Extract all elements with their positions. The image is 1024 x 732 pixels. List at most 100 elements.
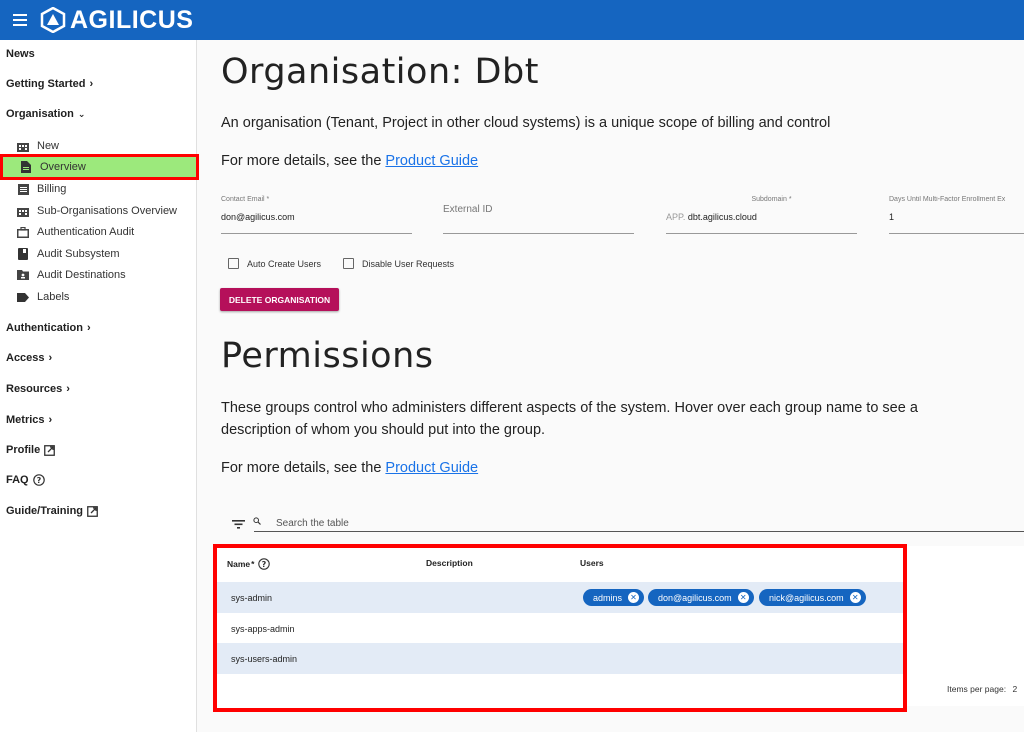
group-name: sys-users-admin xyxy=(231,654,298,664)
page-title: Organisation: Dbt xyxy=(221,52,539,92)
disable-user-requests-checkbox[interactable]: Disable User Requests xyxy=(343,258,454,269)
svg-text:?: ? xyxy=(262,560,267,569)
svg-text:?: ? xyxy=(36,476,41,485)
product-guide-link[interactable]: Product Guide xyxy=(385,153,478,169)
chevron-right-icon: › xyxy=(87,322,91,334)
nav-authentication[interactable]: Authentication › xyxy=(6,322,91,334)
header-description[interactable]: Description xyxy=(426,558,473,568)
external-link-icon xyxy=(87,505,98,517)
building-icon xyxy=(17,205,29,217)
sidebar-item-sub-organisations[interactable]: Sub-Organisations Overview xyxy=(17,201,197,221)
external-link-icon xyxy=(44,444,56,456)
chevron-right-icon: › xyxy=(48,352,53,364)
nav-organisation[interactable]: Organisation ⌄ xyxy=(6,108,85,120)
sidebar-item-billing[interactable]: Billing xyxy=(17,179,197,199)
auto-create-users-label: Auto Create Users xyxy=(247,258,322,269)
sidebar-item-label: Overview xyxy=(40,161,86,173)
permissions-title: Permissions xyxy=(221,336,434,376)
remove-chip-icon[interactable]: ✕ xyxy=(849,592,861,603)
nav-authentication-label: Authentication xyxy=(6,322,83,334)
table-row[interactable]: sys-apps-admin xyxy=(217,613,903,644)
search-input[interactable]: Search the table xyxy=(276,518,349,529)
subdomain-label: Subdomain * xyxy=(751,196,792,203)
header-users[interactable]: Users xyxy=(580,558,604,568)
search-icon xyxy=(253,517,261,525)
chip-label: don@agilicus.com xyxy=(658,592,732,603)
nav-getting-started[interactable]: Getting Started › xyxy=(6,78,93,90)
nav-faq-label: FAQ xyxy=(6,474,29,486)
sidebar-item-audit-subsystem[interactable]: Audit Subsystem xyxy=(17,244,197,264)
subdomain-field[interactable]: Subdomain * APP. dbt.agilicus.cloud xyxy=(666,196,857,234)
nav-profile-label: Profile xyxy=(6,444,41,456)
external-id-placeholder: External ID xyxy=(443,204,493,215)
delete-organisation-button[interactable]: DELETE ORGANISATION xyxy=(220,288,339,311)
nav-profile[interactable]: Profile xyxy=(6,444,56,456)
list-icon xyxy=(17,183,29,195)
checkbox-box[interactable] xyxy=(228,258,239,269)
items-per-page-value[interactable]: 2 xyxy=(1012,684,1017,694)
help-circle-icon: ? xyxy=(32,474,45,486)
table-row[interactable]: sys-admin admins ✕ don@agilicus.com ✕ ni… xyxy=(217,582,903,613)
remove-chip-icon[interactable]: ✕ xyxy=(628,592,640,603)
group-name: sys-apps-admin xyxy=(231,624,295,634)
product-guide-link[interactable]: Product Guide xyxy=(385,460,478,476)
mfa-days-label: Days Until Multi-Factor Enrollment Ex xyxy=(889,196,1006,203)
remove-chip-icon[interactable]: ✕ xyxy=(737,592,749,603)
sidebar-item-label: Labels xyxy=(37,291,70,303)
nav-news[interactable]: News xyxy=(6,48,35,60)
nav-faq[interactable]: FAQ ? xyxy=(6,474,45,486)
nav-news-label: News xyxy=(6,48,35,60)
chevron-down-icon: ⌄ xyxy=(77,108,86,119)
details-line: For more details, see the Product Guide xyxy=(221,150,478,172)
sidebar-item-overview[interactable]: Overview xyxy=(0,154,199,180)
checkbox-box[interactable] xyxy=(343,258,354,269)
permissions-desc-line-1: These groups control who administers dif… xyxy=(221,400,918,416)
mfa-days-field[interactable]: Days Until Multi-Factor Enrollment Ex 1 xyxy=(889,196,1024,234)
table-overflow-area xyxy=(907,546,1024,706)
nav-metrics[interactable]: Metrics › xyxy=(6,414,52,426)
user-chip[interactable]: don@agilicus.com ✕ xyxy=(648,589,754,606)
sidebar-item-label: Audit Subsystem xyxy=(37,248,120,260)
nav-resources[interactable]: Resources › xyxy=(6,383,70,395)
sidebar-item-authentication-audit[interactable]: Authentication Audit xyxy=(17,222,197,242)
sidebar-item-label: Sub-Organisations Overview xyxy=(37,205,178,217)
logo-text: AGILICUS xyxy=(70,5,194,34)
table-search: Search the table xyxy=(229,514,1024,532)
sidebar-item-label: Billing xyxy=(37,183,67,195)
agilicus-logo-icon xyxy=(40,7,66,33)
main-content: Organisation: Dbt An organisation (Tenan… xyxy=(197,40,1024,732)
subdomain-value: APP. dbt.agilicus.cloud xyxy=(666,212,757,222)
top-app-bar: AGILICUS xyxy=(0,0,1024,40)
disable-user-requests-label: Disable User Requests xyxy=(362,258,455,269)
document-icon xyxy=(20,161,32,173)
chevron-right-icon: › xyxy=(66,383,70,395)
hamburger-menu-icon[interactable] xyxy=(0,0,40,40)
sidebar-item-label: Audit Destinations xyxy=(37,269,126,281)
permissions-desc-line-2: description of whom you should put into … xyxy=(221,422,546,438)
nav-guide-training[interactable]: Guide/Training xyxy=(6,505,98,517)
nav-access[interactable]: Access › xyxy=(6,352,52,364)
chevron-right-icon: › xyxy=(48,414,53,426)
agilicus-logo[interactable]: AGILICUS xyxy=(40,6,193,35)
auto-create-users-checkbox[interactable]: Auto Create Users xyxy=(228,258,321,269)
header-name[interactable]: Name * ? xyxy=(227,558,271,570)
contact-email-field[interactable]: Contact Email * don@agilicus.com xyxy=(221,196,412,234)
permissions-details-line: For more details, see the Product Guide xyxy=(221,457,478,479)
user-chip[interactable]: admins ✕ xyxy=(583,589,645,606)
sidebar-item-audit-destinations[interactable]: Audit Destinations xyxy=(17,265,197,285)
details-prefix: For more details, see the xyxy=(221,153,382,169)
book-icon xyxy=(17,248,29,260)
sidebar-item-new[interactable]: New xyxy=(17,136,197,156)
organisation-description: An organisation (Tenant, Project in othe… xyxy=(221,115,831,131)
user-chip[interactable]: nick@agilicus.com ✕ xyxy=(759,589,866,606)
sidebar: News Getting Started › Organisation ⌄ New … xyxy=(0,40,199,732)
items-per-page: Items per page: 2 xyxy=(947,684,1017,694)
nav-access-label: Access xyxy=(6,352,45,364)
sidebar-item-labels[interactable]: Labels xyxy=(17,287,197,307)
permissions-table: Name * ? Description Users sys-admin admi… xyxy=(213,544,907,712)
filter-icon[interactable] xyxy=(232,520,245,529)
chevron-right-icon: › xyxy=(89,78,94,90)
external-id-field[interactable]: External ID xyxy=(443,196,634,234)
table-row[interactable]: sys-users-admin xyxy=(217,643,903,674)
help-circle-icon[interactable]: ? xyxy=(258,558,271,570)
